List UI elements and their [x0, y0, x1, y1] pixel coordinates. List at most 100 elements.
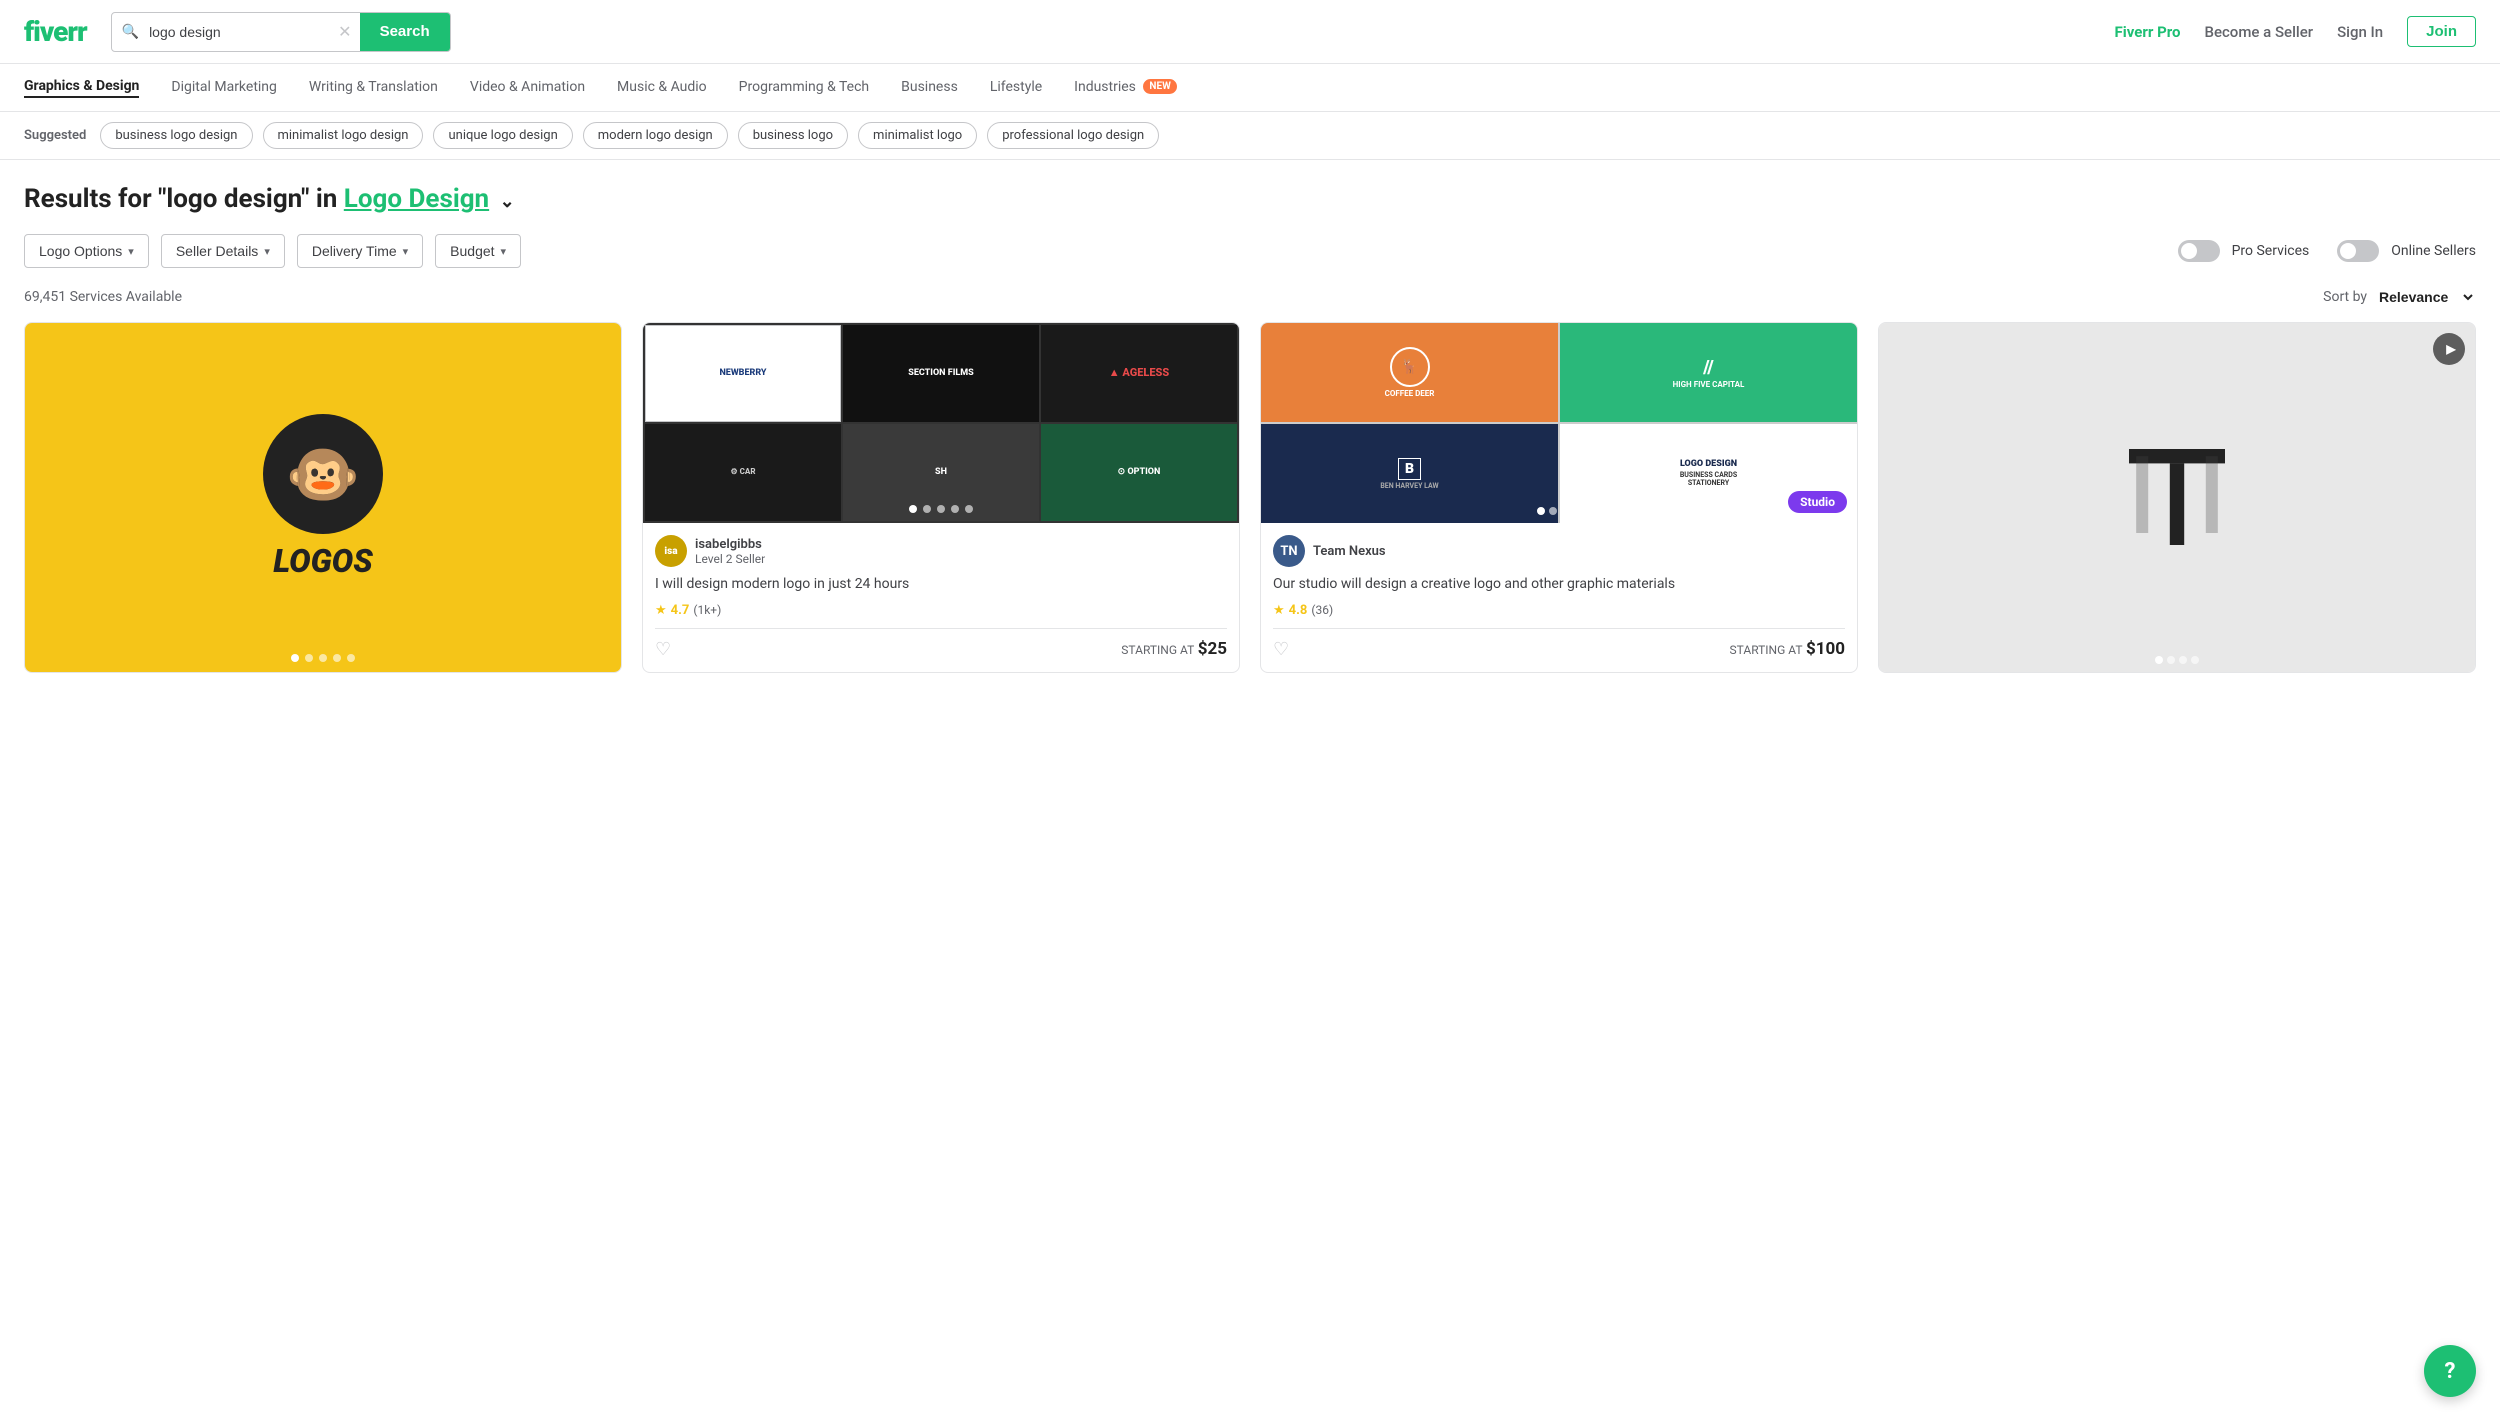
suggested-bar: Suggested business logo design minimalis…: [0, 112, 2500, 160]
pro-services-toggle-group: Pro Services: [2178, 240, 2310, 262]
pro-services-toggle[interactable]: [2178, 240, 2220, 262]
search-bar: 🔍 ✕ Search: [111, 12, 451, 52]
fiverr-pro-link[interactable]: Fiverr Pro: [2115, 23, 2181, 41]
logo-grid-cell: 🦌 COFFEE DEER: [1261, 323, 1558, 422]
logo-options-filter[interactable]: Logo Options ▾: [24, 234, 149, 268]
service-card-2[interactable]: NEWBERRY SECTION FILMS ▲ AGELESS ⚙ CAR S…: [642, 322, 1240, 673]
service-card-4[interactable]: ▶ T tonigdesign Level 2 Seller I will de…: [1878, 322, 2476, 673]
rating-val-2: 4.7: [671, 603, 690, 618]
card-title-2: I will design modern logo in just 24 hou…: [655, 575, 1227, 595]
seller-details-filter[interactable]: Seller Details ▾: [161, 234, 285, 268]
heart-button-3[interactable]: ♡: [1273, 639, 1289, 660]
card-thumbnail-1: 🐵 LOGOS: [25, 323, 621, 672]
card-footer-3: ♡ STARTING AT $100: [1273, 628, 1845, 660]
join-button[interactable]: Join: [2407, 16, 2476, 47]
new-badge: NEW: [1143, 79, 1176, 94]
chevron-down-icon: ▾: [403, 245, 409, 258]
search-clear-icon[interactable]: ✕: [330, 22, 359, 41]
logo-grid-cell: SECTION FILMS: [843, 325, 1039, 422]
sort-select[interactable]: Relevance Best Selling Newest: [2375, 288, 2476, 306]
card-thumbnail-4: ▶: [1879, 323, 2475, 672]
seller-level-2: Level 2 Seller: [695, 552, 765, 566]
cards-grid: 🐵 LOGOS O olivia85 Top Rated Seller: [24, 322, 2476, 673]
sort-label: Sort by: [2323, 289, 2367, 305]
cat-lifestyle[interactable]: Lifestyle: [990, 79, 1042, 97]
rating-count-2: (1k+): [693, 603, 721, 617]
seller-name-3: Team Nexus: [1313, 544, 1386, 559]
cat-graphics-design[interactable]: Graphics & Design: [24, 78, 139, 98]
delivery-time-filter[interactable]: Delivery Time ▾: [297, 234, 423, 268]
card-title-3: Our studio will design a creative logo a…: [1273, 575, 1845, 595]
card-dots-3: [1537, 507, 1581, 515]
results-title: Results for "logo design" in Logo Design…: [24, 184, 2476, 214]
avatar-2: isa: [655, 535, 687, 567]
card-thumbnail-2: NEWBERRY SECTION FILMS ▲ AGELESS ⚙ CAR S…: [643, 323, 1239, 523]
category-link[interactable]: Logo Design: [344, 184, 489, 214]
suggested-tag-3[interactable]: modern logo design: [583, 122, 728, 149]
starting-at-label-2: STARTING AT $25: [1121, 639, 1227, 659]
service-card-1[interactable]: 🐵 LOGOS O olivia85 Top Rated Seller: [24, 322, 622, 673]
suggested-tag-6[interactable]: professional logo design: [987, 122, 1159, 149]
logo-grid-cell: // HIGH FIVE CAPITAL: [1560, 323, 1857, 422]
suggested-tag-5[interactable]: minimalist logo: [858, 122, 977, 149]
search-icon: 🔍: [112, 24, 149, 40]
logo-grid-cell: ▲ AGELESS: [1041, 325, 1237, 422]
avatar-3: TN: [1273, 535, 1305, 567]
play-button-4[interactable]: ▶: [2433, 333, 2465, 365]
become-seller-link[interactable]: Become a Seller: [2204, 23, 2313, 41]
card-footer-2: ♡ STARTING AT $25: [655, 628, 1227, 660]
card-thumbnail-3: 🦌 COFFEE DEER // HIGH FIVE CAPITAL B BEN…: [1261, 323, 1857, 523]
rating-val-3: 4.8: [1289, 603, 1308, 618]
service-card-3[interactable]: 🦌 COFFEE DEER // HIGH FIVE CAPITAL B BEN…: [1260, 322, 1858, 673]
help-button[interactable]: ?: [2424, 1345, 2476, 1397]
category-nav: Graphics & Design Digital Marketing Writ…: [0, 64, 2500, 112]
logo-grid-cell: NEWBERRY: [645, 325, 841, 422]
cat-video-animation[interactable]: Video & Animation: [470, 79, 585, 97]
cat-music-audio[interactable]: Music & Audio: [617, 79, 707, 97]
online-sellers-label: Online Sellers: [2391, 243, 2476, 259]
monkey-icon: 🐵: [263, 414, 383, 534]
logo-grid-cell: ⊙ OPTION: [1041, 424, 1237, 521]
rating-row-2: ★ 4.7 (1k+): [655, 603, 1227, 618]
star-icon-3: ★: [1273, 603, 1285, 618]
seller-info-3: Team Nexus: [1313, 544, 1386, 559]
pro-services-label: Pro Services: [2232, 243, 2310, 259]
chevron-down-icon[interactable]: ⌄: [500, 191, 515, 212]
services-count: 69,451 Services Available: [24, 289, 182, 305]
search-input[interactable]: [149, 24, 330, 40]
cat-industries[interactable]: Industries NEW: [1074, 79, 1177, 97]
header-nav: Fiverr Pro Become a Seller Sign In Join: [2115, 16, 2476, 47]
card-body-2: isa isabelgibbs Level 2 Seller I will de…: [643, 523, 1239, 672]
seller-info-2: isabelgibbs Level 2 Seller: [695, 537, 765, 566]
search-button[interactable]: Search: [360, 12, 450, 52]
main-content: Results for "logo design" in Logo Design…: [0, 160, 2500, 673]
header: fiverr 🔍 ✕ Search Fiverr Pro Become a Se…: [0, 0, 2500, 64]
starting-at-label-3: STARTING AT $100: [1730, 639, 1845, 659]
suggested-tag-0[interactable]: business logo design: [100, 122, 252, 149]
cat-business[interactable]: Business: [901, 79, 958, 97]
sign-in-link[interactable]: Sign In: [2337, 23, 2383, 41]
rating-row-3: ★ 4.8 (36): [1273, 603, 1845, 618]
budget-filter[interactable]: Budget ▾: [435, 234, 521, 268]
suggested-label: Suggested: [24, 128, 86, 143]
rating-count-3: (36): [1311, 603, 1333, 617]
suggested-tag-1[interactable]: minimalist logo design: [263, 122, 424, 149]
cat-digital-marketing[interactable]: Digital Marketing: [171, 79, 276, 97]
card-dots-4: [2155, 656, 2199, 664]
card-body-1: O olivia85 Top Rated Seller I will desig…: [25, 672, 621, 673]
fiverr-logo[interactable]: fiverr: [24, 15, 87, 48]
seller-row-3: TN Team Nexus: [1273, 535, 1845, 567]
cat-writing-translation[interactable]: Writing & Translation: [309, 79, 438, 97]
card-body-3: TN Team Nexus Our studio will design a c…: [1261, 523, 1857, 672]
online-sellers-toggle[interactable]: [2337, 240, 2379, 262]
heart-button-2[interactable]: ♡: [655, 639, 671, 660]
suggested-tag-4[interactable]: business logo: [738, 122, 848, 149]
sort-group: Sort by Relevance Best Selling Newest: [2323, 288, 2476, 306]
cat-programming-tech[interactable]: Programming & Tech: [739, 79, 869, 97]
suggested-tag-2[interactable]: unique logo design: [433, 122, 572, 149]
card-body-4: T tonigdesign Level 2 Seller I will desi…: [1879, 672, 2475, 673]
chevron-down-icon: ▾: [501, 245, 507, 258]
logo-grid-cell: ⚙ CAR: [645, 424, 841, 521]
seller-row-2: isa isabelgibbs Level 2 Seller: [655, 535, 1227, 567]
seller-name-2: isabelgibbs: [695, 537, 765, 552]
